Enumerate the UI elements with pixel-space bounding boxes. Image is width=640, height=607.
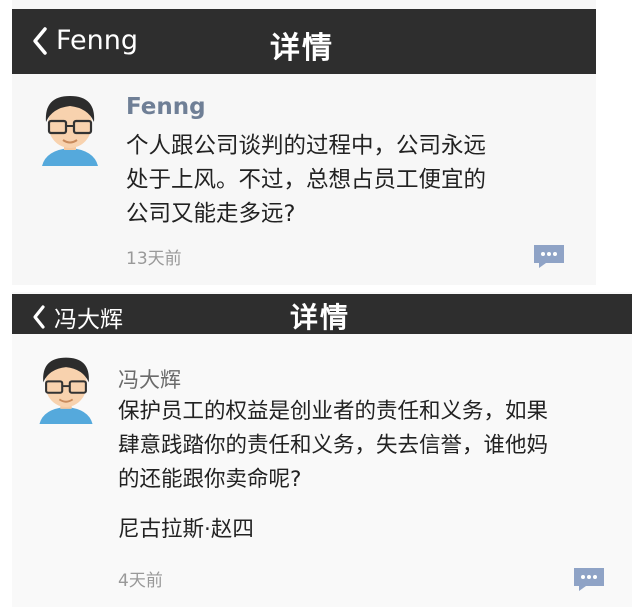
page-title: 详情 <box>270 31 334 66</box>
post-panel-1: Fenng 详情 Fenng 个人跟公司谈判的过程中，公司永远 处于上风。不过，… <box>12 0 596 285</box>
author-name[interactable]: Fenng <box>126 94 206 120</box>
chevron-left-icon <box>33 26 47 55</box>
post-text: 个人跟公司谈判的过程中，公司永远 处于上风。不过，总想占员工便宜的 公司又能走多… <box>126 129 486 231</box>
post-text-line: 处于上风。不过，总想占员工便宜的 <box>126 167 487 193</box>
post-signature: 尼古拉斯·赵四 <box>118 517 254 542</box>
post-text-line: 的还能跟你卖命呢? <box>118 467 302 492</box>
navbar: Fenng 详情 <box>12 9 596 74</box>
post-text-line: 保护员工的权益是创业者的责任和义务，如果 <box>118 399 549 424</box>
post-text-line: 肆意践踏你的责任和义务，失去信誉，谁他妈 <box>118 433 549 458</box>
page-title: 详情 <box>290 301 351 334</box>
navbar: 冯大辉 详情 <box>12 294 632 334</box>
comment-icon[interactable] <box>572 566 606 592</box>
post-time: 4天前 <box>118 571 163 591</box>
avatar[interactable] <box>34 352 98 424</box>
avatar[interactable] <box>38 90 102 166</box>
back-button[interactable]: Fenng <box>32 25 138 56</box>
chevron-left-icon <box>33 305 45 329</box>
post-text: 保护员工的权益是创业者的责任和义务，如果 肆意践踏你的责任和义务，失去信誉，谁他… <box>118 395 548 497</box>
back-button[interactable]: 冯大辉 <box>32 300 123 334</box>
author-name[interactable]: 冯大辉 <box>118 364 181 394</box>
comment-icon[interactable] <box>532 243 566 269</box>
post-text-line: 个人跟公司谈判的过程中，公司永远 <box>126 133 487 159</box>
post-time: 13天前 <box>126 249 182 269</box>
post-panel-2: 冯大辉 详情 冯大辉 保护员工的权益是创业者的责任和义务，如果 肆意践踏你的责任… <box>12 292 632 607</box>
post-text-line: 公司又能走多远? <box>126 201 296 227</box>
back-label: 冯大辉 <box>54 307 123 333</box>
back-label: Fenng <box>56 25 139 56</box>
